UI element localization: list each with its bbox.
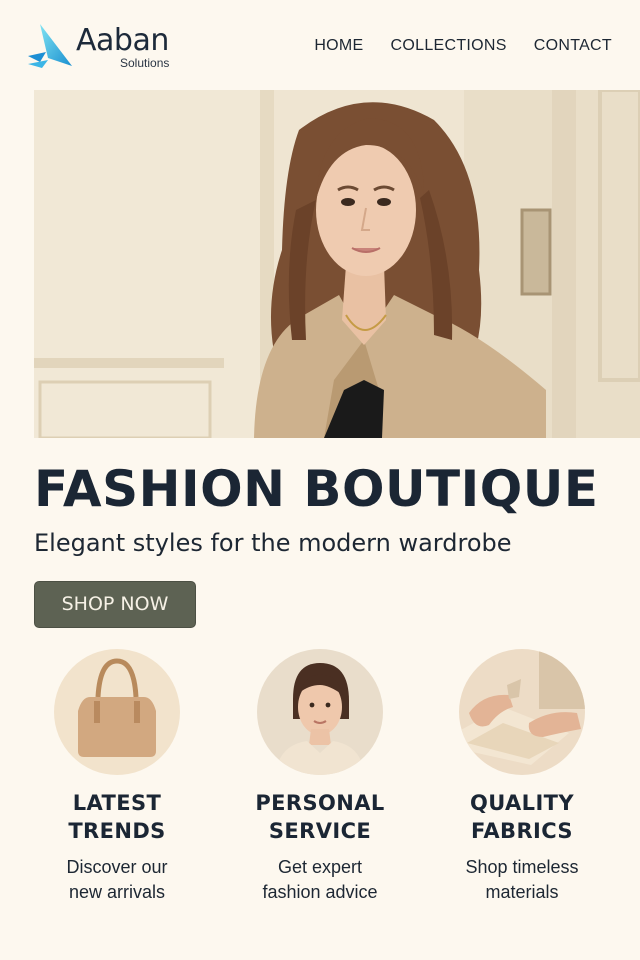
main-nav: HOME COLLECTIONS CONTACT <box>314 37 612 55</box>
feature-text-line2: fashion advice <box>262 882 378 902</box>
fabric-hands-image[interactable] <box>459 649 585 775</box>
stylist-portrait-image[interactable] <box>257 649 383 775</box>
feature-text: Get expert fashion advice <box>220 855 420 905</box>
feature-latest-trends: LATEST TRENDS Discover our new arrivals <box>17 649 217 905</box>
feature-text-line2: new arrivals <box>68 882 166 902</box>
feature-title: PERSONAL SERVICE <box>220 789 420 845</box>
feature-text-line2: materials <box>485 882 559 902</box>
feature-title-line2: FABRICS <box>471 819 573 843</box>
feature-text-line1: Shop timeless <box>465 857 579 877</box>
feature-text-line1: Discover our <box>66 857 168 877</box>
brand-sub: Solutions <box>120 56 170 70</box>
feature-quality-fabrics: QUALITY FABRICS Shop timeless materials <box>422 649 622 905</box>
page-subtitle: Elegant styles for the modern wardrobe <box>34 529 512 557</box>
feature-title: QUALITY FABRICS <box>422 789 622 845</box>
page-title: FASHION BOUTIQUE <box>34 460 599 518</box>
brand-name: Aaban <box>76 23 169 58</box>
nav-contact[interactable]: CONTACT <box>534 37 612 55</box>
sail-logo-icon <box>28 24 72 68</box>
nav-home[interactable]: HOME <box>314 37 363 55</box>
shop-now-button[interactable]: SHOP NOW <box>34 581 196 628</box>
feature-title-line2: SERVICE <box>268 819 372 843</box>
handbag-image[interactable] <box>54 649 180 775</box>
site-header: Aaban Solutions HOME COLLECTIONS CONTACT <box>0 0 640 90</box>
feature-title-line1: LATEST <box>72 791 162 815</box>
nav-collections[interactable]: COLLECTIONS <box>391 37 507 55</box>
hero-image <box>34 90 640 438</box>
feature-title-line1: PERSONAL <box>255 791 385 815</box>
brand-logo[interactable]: Aaban Solutions <box>26 22 169 70</box>
feature-text-line1: Get expert <box>277 857 363 877</box>
feature-text: Shop timeless materials <box>422 855 622 905</box>
feature-title: LATEST TRENDS <box>17 789 217 845</box>
feature-title-line2: TRENDS <box>68 819 166 843</box>
feature-title-line1: QUALITY <box>469 791 575 815</box>
feature-text: Discover our new arrivals <box>17 855 217 905</box>
feature-personal-service: PERSONAL SERVICE Get expert fashion advi… <box>220 649 420 905</box>
